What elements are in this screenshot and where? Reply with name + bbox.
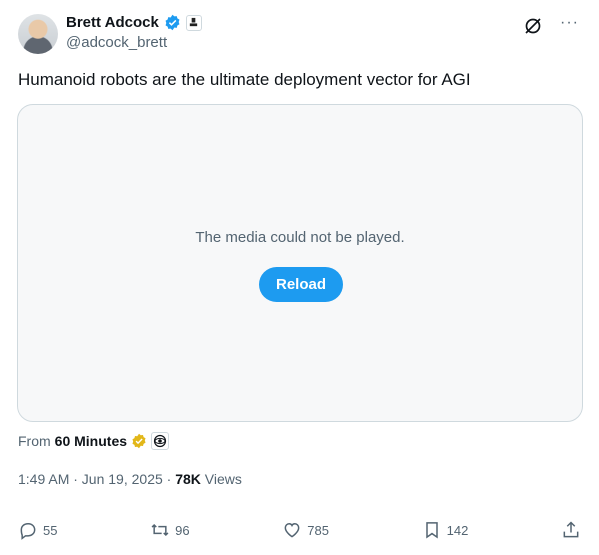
views-label: Views <box>200 471 242 487</box>
views-count: 78K <box>175 471 201 487</box>
author-handle[interactable]: @adcock_brett <box>66 34 167 51</box>
author-name-row: Brett Adcock <box>66 14 202 31</box>
author-name[interactable]: Brett Adcock <box>66 14 159 31</box>
bookmark-count: 142 <box>446 522 469 538</box>
more-options-icon[interactable]: ··· <box>560 15 579 31</box>
action-bar: 55 96 785 142 <box>18 518 581 542</box>
cbs-eye-logo-icon <box>151 432 170 450</box>
like-button[interactable]: 785 <box>282 520 329 540</box>
repost-button[interactable]: 96 <box>150 520 190 540</box>
avatar[interactable] <box>18 14 58 54</box>
timestamp[interactable]: 1:49 AM · Jun 19, 2025 · <box>18 471 175 487</box>
repost-count: 96 <box>175 522 190 538</box>
bookmark-button[interactable]: 142 <box>422 520 469 540</box>
tweet-header: Brett Adcock @adcock_brett ··· <box>18 12 581 56</box>
reply-count: 55 <box>43 522 58 538</box>
verified-badge-icon <box>165 14 180 31</box>
source-name[interactable]: 60 Minutes <box>55 433 127 449</box>
grok-icon[interactable] <box>523 16 543 36</box>
share-icon <box>563 521 579 538</box>
tweet-meta: 1:49 AM · Jun 19, 2025 · 78K Views <box>18 471 242 487</box>
media-error-message: The media could not be played. <box>195 229 405 246</box>
heart-icon <box>284 522 300 538</box>
gold-verified-badge-icon <box>132 433 146 449</box>
from-label: From <box>18 433 51 449</box>
source-attribution: From 60 Minutes <box>18 432 170 450</box>
reload-button[interactable]: Reload <box>259 267 343 302</box>
repost-icon <box>151 523 169 537</box>
tweet-text: Humanoid robots are the ultimate deploym… <box>18 70 471 89</box>
affiliation-badge-icon[interactable] <box>185 14 202 31</box>
media-player[interactable]: The media could not be played. Reload <box>17 104 583 422</box>
reply-icon <box>20 523 36 540</box>
share-button[interactable] <box>561 520 581 540</box>
bookmark-icon <box>425 522 438 539</box>
like-count: 785 <box>307 522 329 538</box>
reply-button[interactable]: 55 <box>18 520 57 540</box>
